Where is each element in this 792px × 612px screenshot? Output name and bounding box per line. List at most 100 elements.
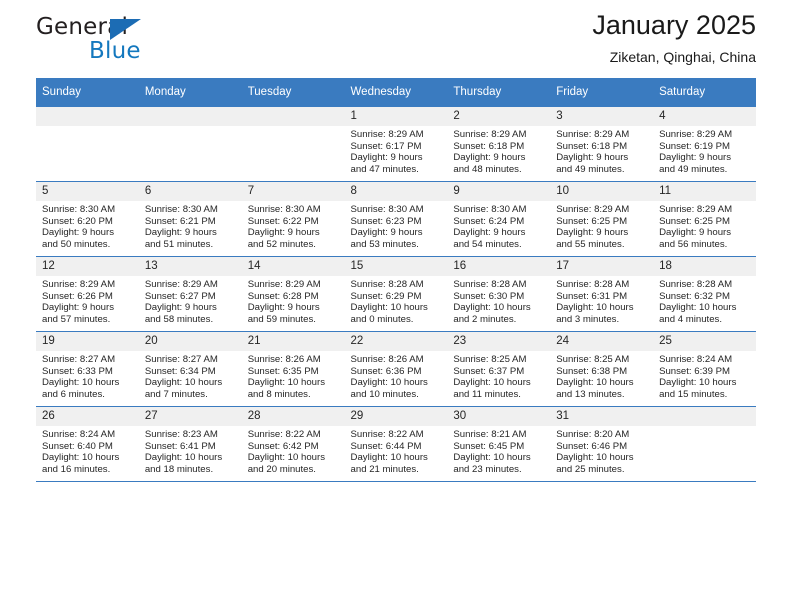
daylight-text-line2: and 53 minutes.	[350, 238, 419, 250]
calendar-day-cell[interactable]: 24 Sunrise: 8:25 AM Sunset: 6:38 PM Dayligh…	[550, 331, 654, 407]
day-details: Sunrise: 8:25 AM Sunset: 6:38 PM Daylight:…	[550, 351, 653, 400]
day-number: 11	[653, 182, 756, 201]
daylight-text-line2: and 20 minutes.	[247, 463, 316, 475]
daylight-text-line1: Daylight: 9 hours	[247, 227, 320, 239]
day-details: Sunrise: 8:22 AM Sunset: 6:44 PM Daylight:…	[345, 426, 448, 475]
sunrise-text: Sunrise: 8:29 AM	[556, 129, 630, 140]
day-number: 2	[447, 107, 551, 126]
calendar-day-cell[interactable]: 17 Sunrise: 8:28 AM Sunset: 6:31 PM Dayligh…	[550, 256, 654, 332]
calendar-day-cell[interactable]: 12 Sunrise: 8:29 AM Sunset: 6:26 PM Dayligh…	[36, 256, 139, 332]
daylight-text-line1: Daylight: 10 hours	[350, 377, 428, 389]
calendar-day-cell[interactable]: 3 Sunrise: 8:29 AM Sunset: 6:18 PM Daylight…	[550, 106, 654, 182]
calendar-day-cell[interactable]: 15 Sunrise: 8:28 AM Sunset: 6:29 PM Dayligh…	[344, 256, 448, 332]
sunset-text: Sunset: 6:18 PM	[453, 140, 525, 152]
calendar-day-cell[interactable]: 4 Sunrise: 8:29 AM Sunset: 6:19 PM Daylight…	[653, 106, 756, 182]
sunset-text: Sunset: 6:36 PM	[350, 365, 422, 377]
day-number: 25	[653, 332, 756, 351]
calendar-day-cell[interactable]: 22 Sunrise: 8:26 AM Sunset: 6:36 PM Dayligh…	[344, 331, 448, 407]
sunrise-text: Sunrise: 8:22 AM	[350, 429, 424, 440]
daylight-text-line1: Daylight: 10 hours	[42, 452, 120, 464]
day-number: 4	[653, 107, 756, 126]
sunset-text: Sunset: 6:20 PM	[42, 215, 113, 227]
sunrise-text: Sunrise: 8:30 AM	[144, 204, 218, 215]
calendar-day-cell[interactable]: 27 Sunrise: 8:23 AM Sunset: 6:41 PM Dayligh…	[138, 406, 242, 482]
sunset-text: Sunset: 6:45 PM	[453, 440, 525, 452]
calendar-empty-cell	[653, 406, 756, 482]
calendar-day-cell[interactable]: 31 Sunrise: 8:20 AM Sunset: 6:46 PM Dayligh…	[550, 406, 654, 482]
calendar-day-cell[interactable]: 6 Sunrise: 8:30 AM Sunset: 6:21 PM Daylight…	[138, 181, 242, 257]
calendar-day-cell[interactable]: 13 Sunrise: 8:29 AM Sunset: 6:27 PM Dayligh…	[138, 256, 242, 332]
general-blue-logo[interactable]: General Blue	[36, 14, 236, 72]
location-subtitle: Ziketan, Qinghai, China	[609, 49, 756, 65]
sunset-text: Sunset: 6:28 PM	[247, 290, 319, 302]
day-number: 28	[241, 407, 345, 426]
calendar-day-cell[interactable]: 5 Sunrise: 8:30 AM Sunset: 6:20 PM Daylight…	[36, 181, 139, 257]
sunset-text: Sunset: 6:35 PM	[247, 365, 319, 377]
calendar-day-cell[interactable]: 18 Sunrise: 8:28 AM Sunset: 6:32 PM Dayligh…	[653, 256, 756, 332]
calendar-day-cell[interactable]: 11 Sunrise: 8:29 AM Sunset: 6:25 PM Dayligh…	[653, 181, 756, 257]
page-header: General Blue January 2025 Ziketan, Qingh…	[36, 0, 756, 78]
day-number: 30	[447, 407, 551, 426]
sunrise-text: Sunrise: 8:25 AM	[453, 354, 527, 365]
sunrise-text: Sunrise: 8:29 AM	[659, 204, 733, 215]
calendar-day-cell[interactable]: 23 Sunrise: 8:25 AM Sunset: 6:37 PM Dayligh…	[447, 331, 551, 407]
day-details: Sunrise: 8:30 AM Sunset: 6:24 PM Daylight:…	[447, 201, 550, 250]
day-details: Sunrise: 8:29 AM Sunset: 6:25 PM Daylight:…	[550, 201, 653, 250]
calendar-body: 1 Sunrise: 8:29 AM Sunset: 6:17 PM Daylight…	[36, 106, 756, 482]
calendar-day-cell[interactable]: 20 Sunrise: 8:27 AM Sunset: 6:34 PM Dayligh…	[138, 331, 242, 407]
daylight-text-line1: Daylight: 10 hours	[556, 377, 634, 389]
daylight-text-line1: Daylight: 9 hours	[144, 227, 217, 239]
day-number: 3	[550, 107, 654, 126]
sunrise-text: Sunrise: 8:25 AM	[556, 354, 630, 365]
daylight-text-line1: Daylight: 9 hours	[144, 302, 217, 314]
daylight-text-line1: Daylight: 10 hours	[453, 377, 531, 389]
calendar-day-cell[interactable]: 10 Sunrise: 8:29 AM Sunset: 6:25 PM Dayligh…	[550, 181, 654, 257]
sunset-text: Sunset: 6:24 PM	[453, 215, 525, 227]
daylight-text-line1: Daylight: 10 hours	[350, 452, 428, 464]
day-number: 15	[344, 257, 448, 276]
sunrise-text: Sunrise: 8:28 AM	[659, 279, 733, 290]
calendar-day-cell[interactable]: 26 Sunrise: 8:24 AM Sunset: 6:40 PM Dayligh…	[36, 406, 139, 482]
calendar-day-cell[interactable]: 19 Sunrise: 8:27 AM Sunset: 6:33 PM Dayligh…	[36, 331, 139, 407]
daylight-text-line2: and 56 minutes.	[659, 238, 728, 250]
daylight-text-line2: and 13 minutes.	[556, 388, 625, 400]
sunset-text: Sunset: 6:40 PM	[42, 440, 113, 452]
day-number: 1	[344, 107, 448, 126]
calendar-day-cell[interactable]: 28 Sunrise: 8:22 AM Sunset: 6:42 PM Dayligh…	[241, 406, 345, 482]
sunrise-text: Sunrise: 8:27 AM	[144, 354, 218, 365]
calendar-day-cell[interactable]: 8 Sunrise: 8:30 AM Sunset: 6:23 PM Daylight…	[344, 181, 448, 257]
calendar-day-cell[interactable]: 9 Sunrise: 8:30 AM Sunset: 6:24 PM Daylight…	[447, 181, 551, 257]
calendar-day-cell[interactable]: 14 Sunrise: 8:29 AM Sunset: 6:28 PM Dayligh…	[241, 256, 345, 332]
calendar-day-cell[interactable]: 1 Sunrise: 8:29 AM Sunset: 6:17 PM Daylight…	[344, 106, 448, 182]
day-details: Sunrise: 8:28 AM Sunset: 6:30 PM Daylight:…	[447, 276, 550, 325]
weekday-header-sunday: Sunday	[36, 78, 139, 107]
sunset-text: Sunset: 6:46 PM	[556, 440, 628, 452]
daylight-text-line1: Daylight: 10 hours	[453, 452, 531, 464]
calendar-day-cell[interactable]: 30 Sunrise: 8:21 AM Sunset: 6:45 PM Dayligh…	[447, 406, 551, 482]
calendar-day-cell[interactable]: 2 Sunrise: 8:29 AM Sunset: 6:18 PM Daylight…	[447, 106, 551, 182]
sunrise-text: Sunrise: 8:28 AM	[350, 279, 424, 290]
day-details: Sunrise: 8:30 AM Sunset: 6:21 PM Daylight:…	[139, 201, 242, 250]
day-number: 5	[36, 182, 139, 201]
calendar-day-cell[interactable]: 29 Sunrise: 8:22 AM Sunset: 6:44 PM Dayligh…	[344, 406, 448, 482]
sunrise-text: Sunrise: 8:29 AM	[144, 279, 218, 290]
daylight-text-line1: Daylight: 10 hours	[144, 452, 223, 464]
calendar-week-row: 5 Sunrise: 8:30 AM Sunset: 6:20 PM Daylight…	[36, 181, 756, 257]
sunset-text: Sunset: 6:41 PM	[144, 440, 216, 452]
sunset-text: Sunset: 6:31 PM	[556, 290, 628, 302]
day-number: 29	[344, 407, 448, 426]
calendar-day-cell[interactable]: 7 Sunrise: 8:30 AM Sunset: 6:22 PM Daylight…	[241, 181, 345, 257]
sunset-text: Sunset: 6:44 PM	[350, 440, 422, 452]
sunset-text: Sunset: 6:34 PM	[144, 365, 216, 377]
weekday-header-thursday: Thursday	[447, 78, 551, 107]
calendar-empty-cell	[241, 106, 345, 182]
calendar-day-cell[interactable]: 21 Sunrise: 8:26 AM Sunset: 6:35 PM Dayligh…	[241, 331, 345, 407]
day-number: 12	[36, 257, 139, 276]
daylight-text-line2: and 59 minutes.	[247, 313, 316, 325]
day-number: 7	[241, 182, 345, 201]
daylight-text-line2: and 7 minutes.	[144, 388, 208, 400]
daylight-text-line2: and 0 minutes.	[350, 313, 414, 325]
calendar-day-cell[interactable]: 16 Sunrise: 8:28 AM Sunset: 6:30 PM Dayligh…	[447, 256, 551, 332]
weekday-header-saturday: Saturday	[653, 78, 756, 107]
calendar-day-cell[interactable]: 25 Sunrise: 8:24 AM Sunset: 6:39 PM Dayligh…	[653, 331, 756, 407]
